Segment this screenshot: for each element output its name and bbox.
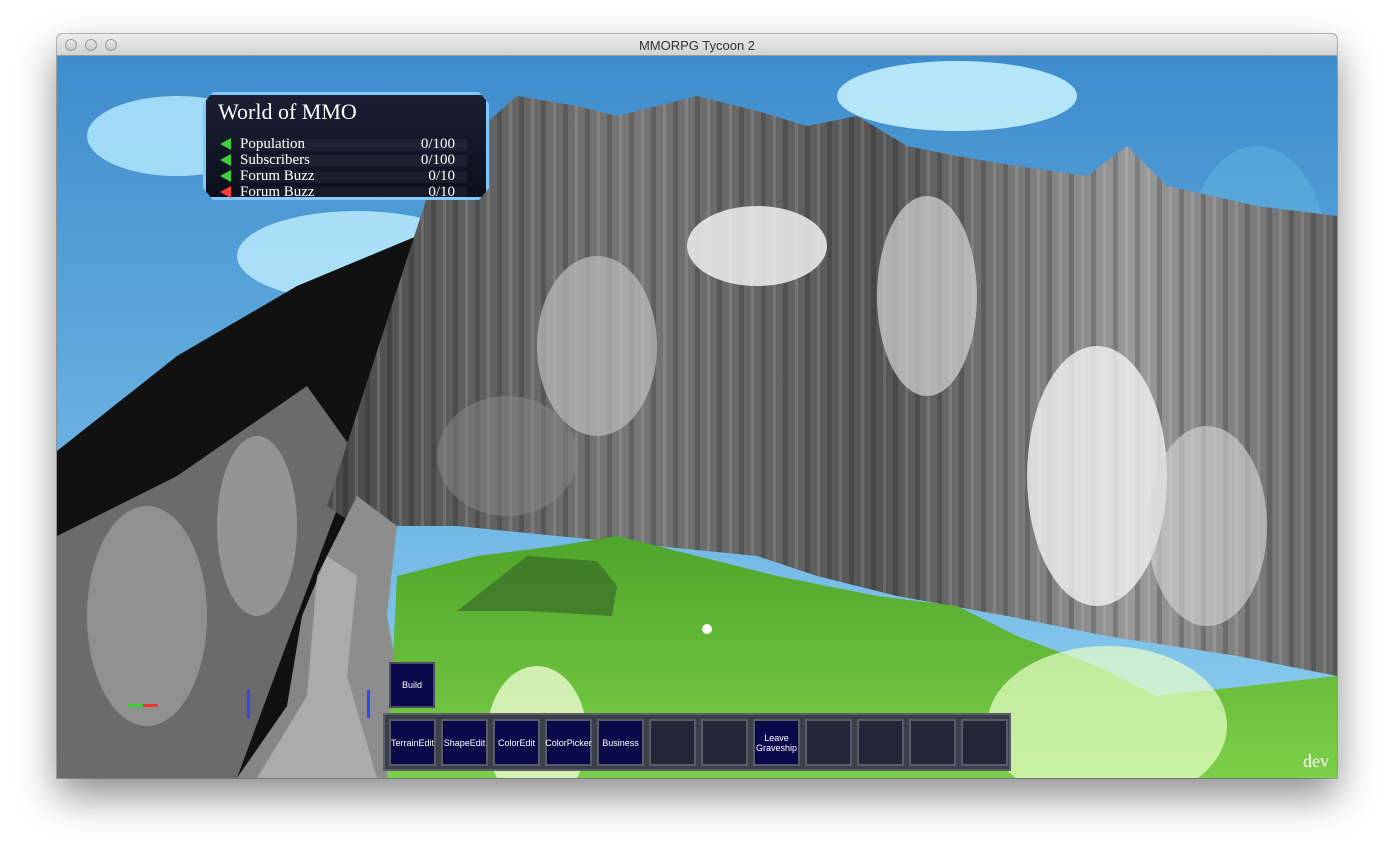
- business-tool-button[interactable]: Business: [597, 719, 644, 766]
- game-viewport[interactable]: World of MMO Population 0/100 Subscriber…: [57, 56, 1337, 778]
- empty-tool-slot[interactable]: [701, 719, 748, 766]
- empty-tool-slot[interactable]: [909, 719, 956, 766]
- stat-row-forum-buzz-negative: Forum Buzz 0/10: [220, 184, 467, 200]
- stat-value: 0/100: [420, 136, 455, 152]
- leave-graveship-button[interactable]: Leave Graveship: [753, 719, 800, 766]
- stat-label: Forum Buzz: [240, 168, 315, 184]
- stat-label: Forum Buzz: [240, 184, 315, 200]
- color-picker-tool-button[interactable]: ColorPicker: [545, 719, 592, 766]
- stat-label: Population: [240, 136, 306, 152]
- stat-value: 0/10: [428, 184, 455, 200]
- world-stats-panel: World of MMO Population 0/100 Subscriber…: [203, 92, 489, 200]
- build-button[interactable]: Build: [389, 662, 435, 708]
- stat-row-subscribers: Subscribers 0/100: [220, 152, 467, 168]
- trend-up-arrow-icon: [220, 170, 231, 182]
- title-bar[interactable]: MMORPG Tycoon 2: [57, 34, 1337, 56]
- empty-tool-slot[interactable]: [805, 719, 852, 766]
- stat-row-forum-buzz: Forum Buzz 0/10: [220, 168, 467, 184]
- axis-gizmo-blue-right: [367, 690, 370, 718]
- tool-hotbar: TerrainEdit ShapeEdit ColorEdit ColorPic…: [383, 713, 1011, 771]
- axis-gizmo-red: [143, 704, 158, 707]
- stat-row-population: Population 0/100: [220, 136, 467, 152]
- stat-label: Subscribers: [240, 152, 310, 168]
- color-edit-tool-button[interactable]: ColorEdit: [493, 719, 540, 766]
- axis-gizmo-x: [128, 704, 158, 707]
- terrain-edit-tool-button[interactable]: TerrainEdit: [389, 719, 436, 766]
- shape-edit-tool-button[interactable]: ShapeEdit: [441, 719, 488, 766]
- mode-label: dev: [1303, 751, 1329, 771]
- axis-gizmo-green: [128, 704, 143, 707]
- world-name: World of MMO: [218, 99, 357, 124]
- stat-value: 0/10: [428, 168, 455, 184]
- stat-value: 0/100: [420, 152, 455, 168]
- game-window: MMORPG Tycoon 2 World of MMO Population …: [57, 34, 1337, 778]
- window-title: MMORPG Tycoon 2: [638, 38, 756, 53]
- empty-tool-slot[interactable]: [857, 719, 904, 766]
- axis-gizmo-blue-left: [247, 690, 250, 718]
- empty-tool-slot[interactable]: [649, 719, 696, 766]
- trend-up-arrow-icon: [220, 138, 231, 150]
- empty-tool-slot[interactable]: [961, 719, 1008, 766]
- trend-up-arrow-icon: [220, 154, 231, 166]
- trend-down-arrow-icon: [220, 186, 231, 198]
